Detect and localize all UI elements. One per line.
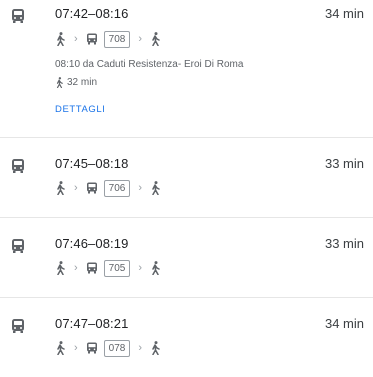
route-duration: 34 min: [324, 316, 364, 331]
route-item[interactable]: 07:45–08:18 33 min › 706 ›: [0, 138, 373, 218]
route-item[interactable]: 07:46–08:19 33 min › 705 ›: [0, 218, 373, 298]
bus-icon: [86, 182, 97, 194]
walk-icon: [56, 77, 63, 88]
walk-icon: [57, 341, 65, 355]
route-times: 07:45–08:18: [55, 156, 129, 171]
route-duration: 33 min: [324, 236, 364, 251]
route-times: 07:46–08:19: [55, 236, 129, 251]
chevron-right-icon: ›: [74, 181, 78, 194]
chevron-right-icon: ›: [138, 181, 143, 194]
walk-time: 32 min: [55, 77, 97, 88]
bus-icon: [86, 33, 97, 45]
route-steps: › 705 ›: [55, 259, 161, 277]
route-duration: 34 min: [324, 6, 364, 21]
walk-icon: [57, 32, 65, 46]
route-steps: › 078 ›: [55, 339, 161, 357]
bus-icon: [12, 9, 24, 23]
walk-icon: [152, 341, 160, 355]
departure-info: 08:10 da Caduti Resistenza- Eroi Di Roma: [55, 59, 244, 70]
chevron-right-icon: ›: [74, 341, 78, 354]
chevron-right-icon: ›: [138, 341, 143, 354]
route-item[interactable]: 07:47–08:21 34 min › 078 ›: [0, 298, 373, 377]
route-duration: 33 min: [324, 156, 364, 171]
walk-time-label: 32 min: [67, 77, 98, 88]
bus-icon: [86, 262, 97, 274]
line-badge: 708: [103, 30, 131, 48]
walk-icon: [152, 261, 160, 275]
chevron-right-icon: ›: [74, 32, 78, 45]
route-steps: › 706 ›: [55, 179, 161, 197]
line-badge: 705: [103, 259, 131, 277]
bus-icon: [86, 342, 97, 354]
line-badge: 706: [103, 179, 131, 197]
walk-icon: [57, 261, 65, 275]
walk-icon: [152, 32, 160, 46]
bus-icon: [12, 239, 24, 253]
route-item[interactable]: 07:42–08:16 34 min › 708 › 08:10 da Cadu…: [0, 0, 373, 138]
route-times: 07:47–08:21: [55, 316, 129, 331]
line-badge: 078: [103, 339, 131, 357]
bus-icon: [12, 319, 24, 333]
walk-icon: [57, 181, 65, 195]
chevron-right-icon: ›: [138, 261, 143, 274]
details-link[interactable]: DETTAGLI: [55, 104, 106, 115]
chevron-right-icon: ›: [138, 32, 143, 45]
bus-icon: [12, 159, 24, 173]
route-times: 07:42–08:16: [55, 6, 129, 21]
chevron-right-icon: ›: [74, 261, 78, 274]
route-steps: › 708 ›: [55, 30, 161, 48]
walk-icon: [152, 181, 160, 195]
